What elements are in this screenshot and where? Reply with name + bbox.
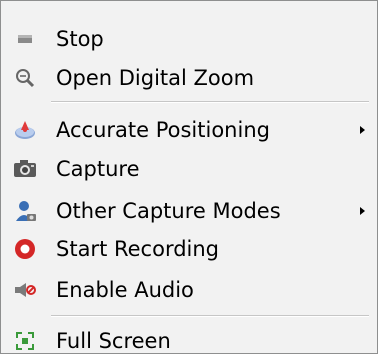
menu-item-label: Stop [56,27,104,51]
menu-item-label: Enable Audio [56,278,194,302]
zoom-icon [13,66,37,90]
menu-item-enable-audio[interactable]: Enable Audio [1,270,377,310]
menu-item-label: Start Recording [56,237,220,261]
menu-item-label: Other Capture Modes [56,199,281,223]
menu-item-label: Full Screen [56,329,171,353]
stop-icon [13,27,37,51]
menu-item-open-digital-zoom[interactable]: Open Digital Zoom [1,58,377,98]
menu-item-start-recording[interactable]: Start Recording [1,229,377,269]
menu-item-capture[interactable]: Capture [1,149,377,189]
submenu-arrow-icon [360,126,365,134]
context-menu: Stop Open Digital Zoom Accurate Position… [0,0,378,354]
menu-item-other-capture-modes[interactable]: Other Capture Modes [1,191,377,231]
menu-item-label: Capture [56,157,140,181]
submenu-arrow-icon [360,207,365,215]
menu-item-stop[interactable]: Stop [1,19,377,59]
menu-item-full-screen[interactable]: Full Screen [1,321,377,361]
menu-item-label: Accurate Positioning [56,118,270,142]
record-icon [13,237,37,261]
positioning-icon [13,118,37,142]
fullscreen-icon [13,329,37,353]
menu-item-label: Open Digital Zoom [56,66,255,90]
menu-separator [51,101,369,103]
audio-icon [13,278,37,302]
menu-item-accurate-positioning[interactable]: Accurate Positioning [1,110,377,150]
user-capture-icon [13,199,37,223]
menu-separator [51,315,369,317]
camera-icon [13,157,37,181]
